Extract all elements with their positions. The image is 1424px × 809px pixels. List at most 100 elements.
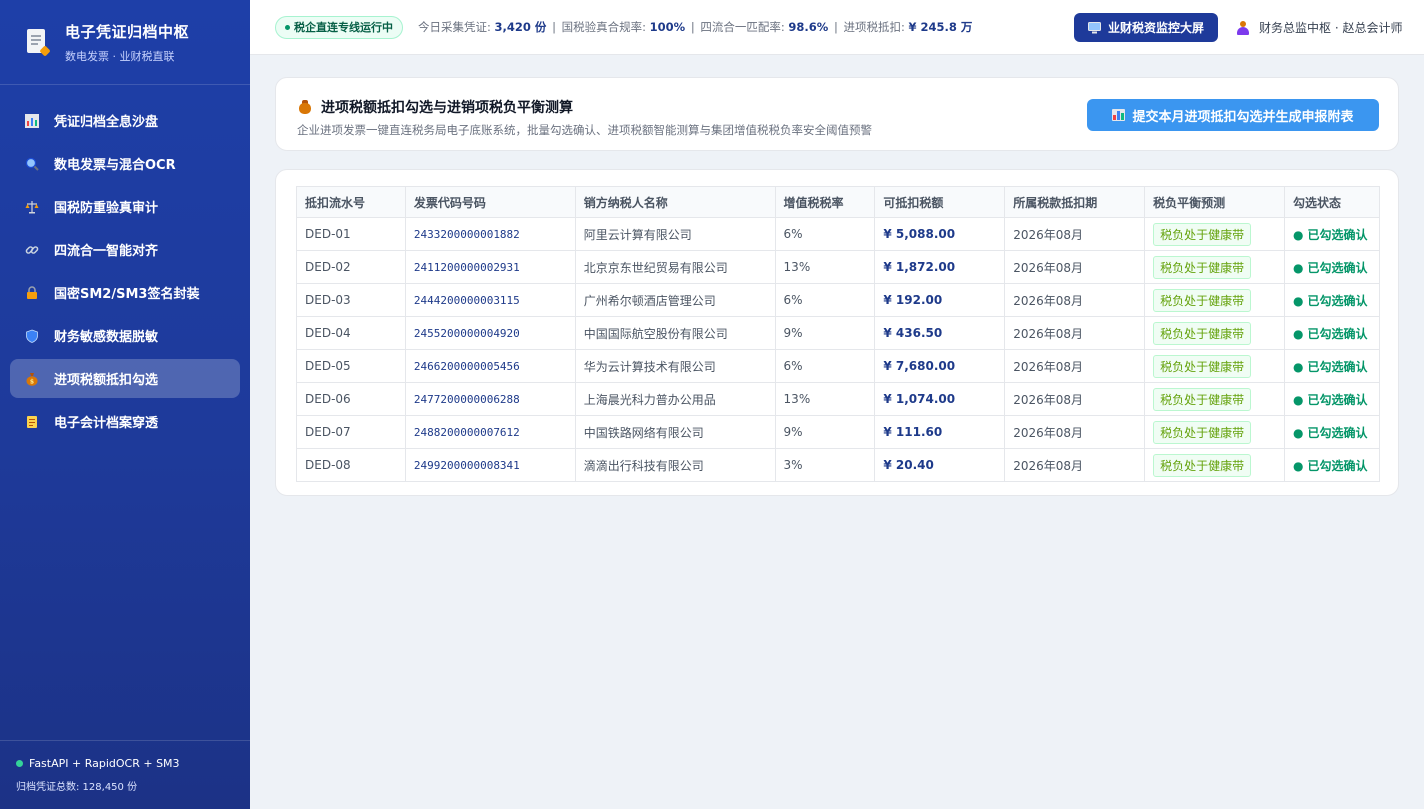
archive-total-label: 归档凭证总数: 128,450 份 <box>16 782 138 793</box>
money-bag-icon <box>298 100 312 114</box>
table-row[interactable]: DED-07 2488200000007612 中国铁路网络有限公司 9% ¥ 111.… <box>296 415 1381 449</box>
deduction-table: 抵扣流水号 发票代码号码 销方纳税人名称 增值税税率 可抵扣税额 所属税款抵扣期… <box>296 186 1381 482</box>
balance-badge: 税负处于健康带 <box>1153 321 1252 345</box>
tax-rate-cell: 6% <box>774 283 876 317</box>
stat-label: 进项税抵扣: <box>843 20 909 34</box>
stat-label: 今日采集凭证: <box>418 20 495 34</box>
sidebar-item-archive[interactable]: 电子会计档案穿透 <box>10 402 240 441</box>
seller-name-cell: 阿里云计算有限公司 <box>574 217 776 251</box>
sidebar-item-deduction[interactable]: $ 进项税额抵扣勾选 <box>10 359 240 398</box>
check-status[interactable]: ● 已勾选确认 <box>1293 294 1368 308</box>
deduction-table-card: 抵扣流水号 发票代码号码 销方纳税人名称 增值税税率 可抵扣税额 所属税款抵扣期… <box>275 169 1399 496</box>
sidebar-item-label: 四流合一智能对齐 <box>54 244 159 259</box>
balance-badge: 税负处于健康带 <box>1153 387 1252 411</box>
status-dot-icon: ● <box>1292 293 1304 308</box>
page-header-card: 进项税额抵扣勾选与进销项税负平衡测算 企业进项发票一键直连税务局电子底账系统，批… <box>275 77 1399 151</box>
user-profile[interactable]: 财务总监中枢 · 赵总会计师 <box>1236 0 1402 55</box>
stat-separator: | <box>690 20 695 34</box>
status-dot-icon: ● <box>1292 326 1304 341</box>
table-row[interactable]: DED-05 2466200000005456 华为云计算技术有限公司 6% ¥ 7,6… <box>296 349 1381 383</box>
check-status[interactable]: ● 已勾选确认 <box>1293 393 1368 407</box>
money-bag-icon: $ <box>25 372 39 386</box>
balance-forecast-cell: 税负处于健康带 <box>1144 283 1285 317</box>
sidebar-item-label: 电子会计档案穿透 <box>54 416 159 431</box>
table-row[interactable]: DED-01 2433200000001882 阿里云计算有限公司 6% ¥ 5,088… <box>296 217 1381 251</box>
sidebar-item-label: 国密SM2/SM3签名封装 <box>54 287 200 302</box>
stat-label: 国税验真合规率: <box>561 20 650 34</box>
tax-rate-cell: 13% <box>774 382 876 416</box>
status-dot-icon: ● <box>1292 392 1304 407</box>
stats-bar: 今日采集凭证: 3,420 份 | 国税验真合规率: 100% | 四流合一匹配… <box>418 19 972 35</box>
serial-number-cell: DED-01 <box>296 217 406 251</box>
deductible-amount-cell: ¥ 7,680.00 <box>874 349 1006 383</box>
monitor-button-label: 业财税资监控大屏 <box>1107 21 1204 35</box>
serial-number-cell: DED-05 <box>296 349 406 383</box>
status-dot-icon <box>285 24 290 30</box>
sidebar-item-alignment[interactable]: 四流合一智能对齐 <box>10 230 240 269</box>
seller-name-cell: 北京京东世纪贸易有限公司 <box>574 250 776 284</box>
sidebar-item-audit[interactable]: 国税防重验真审计 <box>10 187 240 226</box>
table-body: DED-01 2433200000001882 阿里云计算有限公司 6% ¥ 5,088… <box>296 217 1381 482</box>
status-dot-icon <box>16 760 23 767</box>
check-status[interactable]: ● 已勾选确认 <box>1293 360 1368 374</box>
check-status[interactable]: ● 已勾选确认 <box>1293 426 1368 440</box>
document-pen-icon <box>25 29 51 57</box>
check-status[interactable]: ● 已勾选确认 <box>1293 459 1368 473</box>
balance-forecast-cell: 税负处于健康带 <box>1144 316 1285 350</box>
sidebar-item-ocr[interactable]: 数电发票与混合OCR <box>10 144 240 183</box>
scroll-icon <box>25 415 39 429</box>
stat-value: ¥ 245.8 万 <box>908 20 973 34</box>
table-row[interactable]: DED-03 2444200000003115 广州希尔顿酒店管理公司 6% ¥ 192… <box>296 283 1381 317</box>
sidebar-item-voucher-sandbox[interactable]: 凭证归档全息沙盘 <box>10 101 240 140</box>
deductible-amount-cell: ¥ 1,872.00 <box>874 250 1006 284</box>
tech-stack-label: FastAPI + RapidOCR + SM3 <box>29 757 180 770</box>
check-status-cell: ● 已勾选确认 <box>1283 349 1381 383</box>
deduction-period-cell: 2026年08月 <box>1004 316 1146 350</box>
stat-label: 四流合一匹配率: <box>700 20 789 34</box>
check-status-cell: ● 已勾选确认 <box>1283 382 1381 416</box>
check-status-label: 已勾选确认 <box>1307 293 1368 308</box>
column-header: 税负平衡预测 <box>1144 186 1285 218</box>
table-row[interactable]: DED-04 2455200000004920 中国国际航空股份有限公司 9% ¥ 43… <box>296 316 1381 350</box>
deductible-amount-cell: ¥ 436.50 <box>874 316 1006 350</box>
check-status[interactable]: ● 已勾选确认 <box>1293 261 1368 275</box>
magnifier-icon <box>25 157 39 171</box>
monitor-icon <box>1088 21 1102 35</box>
bar-chart-icon <box>25 113 39 128</box>
table-row[interactable]: DED-08 2499200000008341 滴滴出行科技有限公司 3% ¥ 20.4… <box>296 448 1381 482</box>
submit-deduction-button[interactable]: 提交本月进项抵扣勾选并生成申报附表 <box>1087 99 1379 131</box>
invoice-number-cell: 2455200000004920 <box>404 316 576 350</box>
sidebar-item-masking[interactable]: 财务敏感数据脱敏 <box>10 316 240 355</box>
balance-forecast-cell: 税负处于健康带 <box>1144 448 1285 482</box>
check-status-label: 已勾选确认 <box>1307 326 1368 341</box>
brand-title: 电子凭证归档中枢 <box>65 22 190 41</box>
invoice-number-cell: 2433200000001882 <box>404 217 576 251</box>
stat-separator: | <box>833 20 838 34</box>
table-header-row: 抵扣流水号 发票代码号码 销方纳税人名称 增值税税率 可抵扣税额 所属税款抵扣期… <box>296 186 1381 218</box>
check-status[interactable]: ● 已勾选确认 <box>1293 228 1368 242</box>
deductible-amount-cell: ¥ 20.40 <box>874 448 1006 482</box>
column-header: 增值税税率 <box>774 186 876 218</box>
invoice-number-cell: 2411200000002931 <box>404 250 576 284</box>
deduction-period-cell: 2026年08月 <box>1004 448 1146 482</box>
invoice-number-cell: 2477200000006288 <box>404 382 576 416</box>
table-row[interactable]: DED-06 2477200000006288 上海晨光科力普办公用品 13% ¥ 1,… <box>296 382 1381 416</box>
balance-badge: 税负处于健康带 <box>1153 255 1252 279</box>
seller-name-cell: 上海晨光科力普办公用品 <box>574 382 776 416</box>
check-status[interactable]: ● 已勾选确认 <box>1293 327 1368 341</box>
deductible-amount-cell: ¥ 111.60 <box>874 415 1006 449</box>
link-icon <box>25 243 39 257</box>
balance-forecast-cell: 税负处于健康带 <box>1144 415 1285 449</box>
column-header: 可抵扣税额 <box>874 186 1006 218</box>
serial-number-cell: DED-07 <box>296 415 406 449</box>
invoice-number-cell: 2444200000003115 <box>404 283 576 317</box>
monitor-dashboard-button[interactable]: 业财税资监控大屏 <box>1074 13 1218 42</box>
balance-badge: 税负处于健康带 <box>1153 288 1252 312</box>
sidebar-item-signature[interactable]: 国密SM2/SM3签名封装 <box>10 273 240 312</box>
seller-name-cell: 华为云计算技术有限公司 <box>574 349 776 383</box>
table-row[interactable]: DED-02 2411200000002931 北京京东世纪贸易有限公司 13% ¥ 1… <box>296 250 1381 284</box>
sidebar-item-label: 国税防重验真审计 <box>54 201 159 216</box>
deductible-amount-cell: ¥ 1,074.00 <box>874 382 1006 416</box>
serial-number-cell: DED-08 <box>296 448 406 482</box>
balance-badge: 税负处于健康带 <box>1153 222 1252 246</box>
